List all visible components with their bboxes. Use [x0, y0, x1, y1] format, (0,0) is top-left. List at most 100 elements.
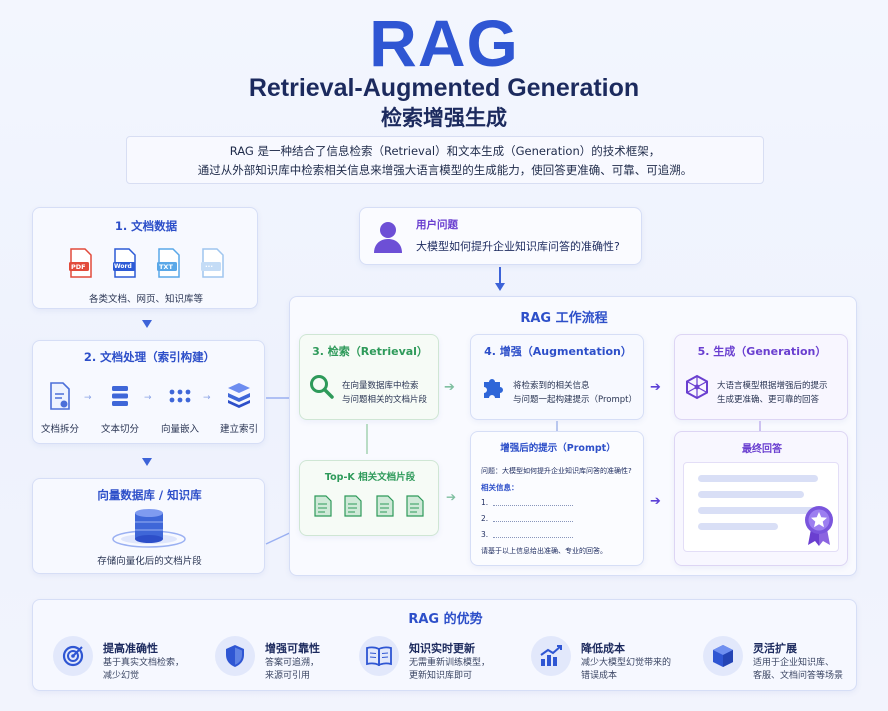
- advantage-desc-reliability-1: 答案可追溯，: [265, 658, 320, 668]
- doc-data-caption: 各类文档、网页、知识库等: [88, 294, 203, 305]
- main-title: RAG: [369, 6, 519, 80]
- generation-desc-1: 大语言模型根据增强后的提示: [717, 381, 828, 391]
- step-label-split: 文档拆分: [40, 424, 79, 435]
- topk-card: Top-K 相关文档片段: [299, 460, 439, 536]
- advantage-desc-update-2: 更新知识库即可: [409, 671, 473, 681]
- step-arrow: →: [84, 393, 92, 403]
- more-file-icon: ...: [201, 248, 225, 278]
- vector-db-caption: 存储向量化后的文档片段: [97, 556, 202, 567]
- doc-process-card: 2. 文档处理（索引构建） → → → 文档拆分 文本切分 向量嵌入 建立索引: [32, 340, 265, 444]
- txt-label: TXT: [159, 263, 173, 271]
- generation-card: 5. 生成（Generation） 大语言模型根据增强后的提示 生成更准确、更可…: [674, 334, 848, 420]
- advantages-card: RAG 的优势 提高准确性 基于真实文档检索， 减少幻觉 增强可靠性 答案可追溯…: [32, 599, 857, 691]
- prompt-item: 2.: [481, 514, 489, 523]
- advantages-title: RAG 的优势: [408, 612, 483, 627]
- vector-embed-icon: [165, 381, 195, 411]
- award-star-icon: [801, 502, 837, 548]
- user-question-text: 大模型如何提升企业知识库问答的准确性?: [416, 240, 620, 253]
- word-label: Word: [114, 263, 132, 270]
- augmentation-desc-2: 与问题一起构建提示（Prompt）: [513, 395, 637, 405]
- augmentation-card: 4. 增强（Augmentation） 将检索到的相关信息 与问题一起构建提示（…: [470, 334, 644, 420]
- chart-icon: [531, 636, 571, 676]
- doc-data-card: 1. 文档数据 PDF Word TXT ... 各类文档、网页、知识库等: [32, 207, 258, 309]
- pdf-label: PDF: [71, 263, 86, 271]
- final-answer-title: 最终回答: [742, 444, 782, 455]
- answer-line: [698, 507, 818, 514]
- advantage-desc-cost-1: 减少大模型幻觉带来的: [581, 658, 672, 668]
- doc-chunk-icon: [404, 493, 426, 519]
- prompt-item: 3.: [481, 530, 489, 539]
- advantage-desc-update-1: 无需重新训练模型，: [409, 658, 491, 668]
- retrieval-title: 3. 检索（Retrieval）: [312, 345, 428, 358]
- prompt-item-line: [493, 537, 573, 538]
- prompt-info-label: 相关信息：: [481, 483, 519, 492]
- doc-process-title: 2. 文档处理（索引构建）: [83, 350, 216, 364]
- more-label: ...: [205, 261, 213, 269]
- advantage-desc-flexible-2: 客服、文档问答等场景: [753, 671, 844, 681]
- advantage-desc-reliability-2: 来源可引用: [265, 671, 311, 681]
- arrow-down-retrieval: [366, 424, 368, 454]
- answer-line: [698, 491, 804, 498]
- arrow-right: ➔: [650, 380, 661, 395]
- workflow-title: RAG 工作流程: [520, 311, 608, 326]
- advantage-title-cost: 降低成本: [581, 642, 625, 655]
- document-split-icon: [45, 381, 75, 411]
- topk-title: Top-K 相关文档片段: [324, 472, 416, 483]
- arrow-right: ➔: [650, 494, 661, 509]
- step-label-chunk: 文本切分: [100, 424, 139, 435]
- advantage-desc-accuracy-2: 减少幻觉: [103, 671, 140, 681]
- generation-title: 5. 生成（Generation）: [697, 345, 827, 358]
- advantage-desc-accuracy-1: 基于真实文档检索，: [103, 658, 185, 668]
- search-icon: [308, 373, 336, 401]
- doc-chunk-icon: [342, 493, 364, 519]
- arrow-down-generation: [759, 421, 761, 431]
- doc-data-title: 1. 文档数据: [114, 219, 178, 233]
- arrow-right: ➔: [444, 380, 455, 395]
- user-avatar-icon: [370, 218, 406, 256]
- augmentation-title: 4. 增强（Augmentation）: [484, 345, 632, 358]
- advantage-title-accuracy: 提高准确性: [103, 642, 158, 655]
- text-chunk-icon: [105, 381, 135, 411]
- vector-db-title: 向量数据库 / 知识库: [97, 488, 202, 502]
- arrow-down-2: [142, 458, 152, 466]
- advantage-title-update: 知识实时更新: [409, 642, 475, 655]
- subtitle-chinese: 检索增强生成: [381, 106, 507, 130]
- arrow-down-augmentation: [556, 421, 558, 431]
- puzzle-icon: [479, 373, 507, 401]
- prompt-title: 增强后的提示（Prompt）: [500, 443, 616, 454]
- question-arrow-line: [499, 267, 501, 284]
- arrow-right: ➔: [446, 490, 457, 504]
- prompt-question: 问题：大模型如何提升企业知识库问答的准确性?: [481, 467, 632, 475]
- advantage-title-reliability: 增强可靠性: [265, 642, 320, 655]
- database-icon: [109, 505, 189, 549]
- user-question-label: 用户问题: [416, 219, 458, 231]
- user-question-card: 用户问题 大模型如何提升企业知识库问答的准确性?: [359, 207, 642, 265]
- cube-icon: [703, 636, 743, 676]
- pdf-file-icon: PDF: [69, 248, 93, 278]
- advantage-desc-cost-2: 错误成本: [581, 671, 618, 681]
- advantage-title-flexible: 灵活扩展: [753, 642, 797, 655]
- retrieval-desc-2: 与问题相关的文档片段: [342, 395, 428, 405]
- arrow-down-question: [495, 283, 505, 291]
- prompt-item-line: [493, 521, 573, 522]
- advantage-desc-flexible-1: 适用于企业知识库、: [753, 658, 835, 668]
- doc-chunk-icon: [312, 493, 334, 519]
- subtitle-english: Retrieval-Augmented Generation: [248, 74, 640, 102]
- augmentation-desc-1: 将检索到的相关信息: [513, 381, 590, 391]
- intro-line-1: RAG 是一种结合了信息检索（Retrieval）和文本生成（Generatio…: [229, 144, 661, 158]
- step-arrow: →: [144, 393, 152, 403]
- answer-line: [698, 475, 818, 482]
- final-answer-card: 最终回答: [674, 431, 848, 566]
- prompt-footer: 请基于以上信息给出准确、专业的回答。: [481, 547, 607, 555]
- retrieval-card: 3. 检索（Retrieval） 在向量数据库中检索 与问题相关的文档片段: [299, 334, 439, 420]
- target-icon: [53, 636, 93, 676]
- word-file-icon: Word: [113, 248, 137, 278]
- shield-icon: [215, 636, 255, 676]
- prompt-item: 1.: [481, 498, 489, 507]
- doc-chunk-icon: [374, 493, 396, 519]
- prompt-card: 增强后的提示（Prompt） 问题：大模型如何提升企业知识库问答的准确性? 相关…: [470, 431, 644, 566]
- retrieval-desc-1: 在向量数据库中检索: [342, 381, 419, 391]
- intro-box: RAG 是一种结合了信息检索（Retrieval）和文本生成（Generatio…: [126, 136, 764, 184]
- arrow-down-1: [142, 320, 152, 328]
- book-icon: [359, 636, 399, 676]
